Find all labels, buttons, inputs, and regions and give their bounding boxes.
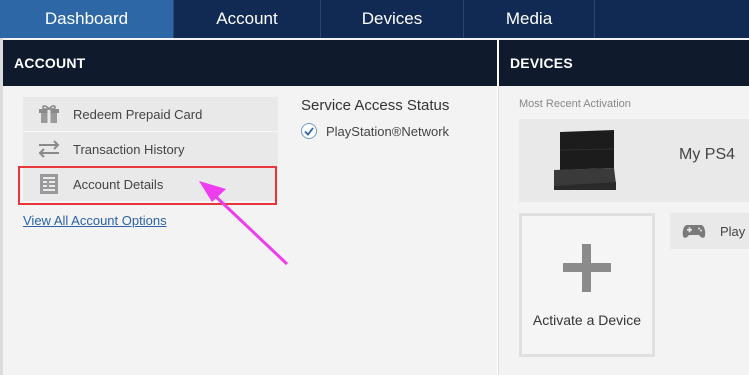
menu-item-transaction-history[interactable]: Transaction History bbox=[23, 132, 278, 167]
checkmark-icon bbox=[301, 123, 317, 139]
tab-dashboard[interactable]: Dashboard bbox=[0, 0, 174, 38]
ps4-console-image bbox=[554, 130, 616, 190]
gift-icon bbox=[37, 103, 61, 125]
service-status-item: PlayStation®Network bbox=[301, 123, 449, 139]
panel-divider-line bbox=[498, 86, 499, 375]
devices-panel-header: DEVICES bbox=[499, 40, 749, 86]
top-nav: Dashboard Account Devices Media bbox=[0, 0, 749, 38]
account-panel-header: ACCOUNT bbox=[3, 40, 497, 86]
most-recent-activation-label: Most Recent Activation bbox=[519, 98, 631, 110]
tab-media[interactable]: Media bbox=[464, 0, 595, 38]
activate-device-label: Activate a Device bbox=[532, 312, 642, 328]
service-access-status-title: Service Access Status bbox=[301, 97, 450, 114]
playstation-device-item[interactable]: Play bbox=[670, 213, 749, 249]
view-all-account-options-link[interactable]: View All Account Options bbox=[23, 213, 167, 228]
plus-icon bbox=[563, 244, 611, 292]
menu-item-label: Redeem Prepaid Card bbox=[73, 106, 203, 122]
account-details-highlight-box bbox=[18, 166, 277, 205]
transfer-arrows-icon bbox=[37, 138, 61, 160]
service-status-label: PlayStation®Network bbox=[326, 123, 450, 139]
playstation-device-label: Play bbox=[720, 223, 746, 239]
tab-devices[interactable]: Devices bbox=[321, 0, 464, 38]
recent-device-name: My PS4 bbox=[679, 146, 736, 163]
activate-device-button[interactable]: Activate a Device bbox=[519, 213, 655, 357]
menu-item-label: Transaction History bbox=[73, 141, 185, 157]
recent-device-card[interactable]: My PS4 bbox=[519, 119, 749, 202]
gamepad-icon bbox=[682, 223, 706, 239]
tab-account[interactable]: Account bbox=[174, 0, 321, 38]
menu-item-redeem-prepaid-card[interactable]: Redeem Prepaid Card bbox=[23, 97, 278, 132]
